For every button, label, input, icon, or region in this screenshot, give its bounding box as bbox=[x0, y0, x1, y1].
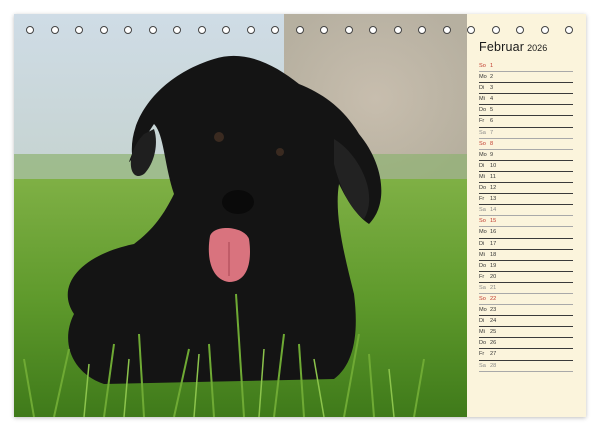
day-number: 25 bbox=[490, 329, 497, 336]
day-number: 18 bbox=[490, 251, 497, 258]
day-abbr: Mo bbox=[479, 151, 487, 158]
day-number: 14 bbox=[490, 207, 497, 214]
day-row: Sa 28 bbox=[479, 361, 573, 372]
day-row: So 22 bbox=[479, 294, 573, 306]
day-row: So 8 bbox=[479, 139, 573, 150]
month-heading: Februar 2026 bbox=[479, 40, 547, 54]
day-abbr: Sa bbox=[479, 284, 486, 291]
day-abbr: So bbox=[479, 295, 486, 302]
day-abbr: Mi bbox=[479, 251, 485, 258]
day-number: 5 bbox=[490, 107, 494, 114]
day-number: 23 bbox=[490, 307, 497, 314]
day-number: 27 bbox=[490, 351, 497, 358]
dog-photo bbox=[14, 14, 467, 417]
day-abbr: Fr bbox=[479, 351, 485, 358]
day-abbr: Do bbox=[479, 185, 487, 192]
day-row: Do 26 bbox=[479, 338, 573, 350]
day-abbr: Fr bbox=[479, 196, 485, 203]
day-abbr: Fr bbox=[479, 273, 485, 280]
day-number: 8 bbox=[490, 140, 494, 147]
day-row: Mo 16 bbox=[479, 227, 573, 239]
black-dog-photo bbox=[14, 14, 467, 417]
day-row: Mo 2 bbox=[479, 72, 573, 84]
day-row: Fr 20 bbox=[479, 272, 573, 283]
day-row: Sa 21 bbox=[479, 283, 573, 294]
day-row: Di 10 bbox=[479, 161, 573, 172]
day-abbr: Mo bbox=[479, 229, 487, 236]
day-number: 13 bbox=[490, 196, 497, 203]
day-row: Fr 27 bbox=[479, 349, 573, 361]
day-number: 15 bbox=[490, 218, 497, 225]
day-number: 26 bbox=[490, 340, 497, 347]
day-number: 19 bbox=[490, 262, 497, 269]
day-abbr: Mi bbox=[479, 96, 485, 103]
day-list: So 1 Mo 2 Di 3 Mi 4 Do 5 Fr 6 Sa 7 So 8 Mo 9 Di 10 Mi 11 Do 12 F… bbox=[479, 61, 573, 372]
day-abbr: Do bbox=[479, 262, 487, 269]
day-number: 2 bbox=[490, 74, 494, 81]
day-abbr: Mi bbox=[479, 329, 485, 336]
day-abbr: So bbox=[479, 140, 486, 147]
day-row: Do 19 bbox=[479, 261, 573, 272]
day-number: 11 bbox=[490, 173, 496, 180]
day-row: Mi 11 bbox=[479, 172, 573, 184]
year-label: 2026 bbox=[527, 43, 548, 53]
day-abbr: Di bbox=[479, 318, 485, 325]
day-row: Mo 23 bbox=[479, 305, 573, 317]
day-number: 4 bbox=[490, 96, 494, 103]
calendar-sidebar: Februar 2026 So 1 Mo 2 Di 3 Mi 4 Do 5 Fr 6 Sa 7 So 8 Mo 9 D… bbox=[467, 14, 586, 417]
calendar-page: Februar 2026 So 1 Mo 2 Di 3 Mi 4 Do 5 Fr 6 Sa 7 So 8 Mo 9 D… bbox=[14, 14, 586, 417]
day-row: So 1 bbox=[479, 61, 573, 73]
day-row: Fr 13 bbox=[479, 194, 573, 206]
day-row: Do 5 bbox=[479, 105, 573, 117]
day-number: 10 bbox=[490, 162, 497, 169]
day-row: Sa 14 bbox=[479, 205, 573, 217]
day-number: 3 bbox=[490, 85, 494, 92]
day-abbr: Do bbox=[479, 340, 487, 347]
day-row: Do 12 bbox=[479, 183, 573, 195]
day-number: 1 bbox=[490, 63, 494, 69]
day-abbr: Mi bbox=[479, 173, 485, 180]
day-row: Mi 18 bbox=[479, 250, 573, 261]
day-row: So 15 bbox=[479, 216, 573, 228]
month-name: Februar bbox=[479, 40, 525, 54]
day-row: Di 3 bbox=[479, 83, 573, 95]
day-row: Mi 4 bbox=[479, 94, 573, 106]
day-abbr: Di bbox=[479, 85, 485, 92]
day-abbr: Do bbox=[479, 107, 487, 114]
day-abbr: Mo bbox=[479, 74, 487, 81]
day-abbr: Sa bbox=[479, 129, 486, 136]
day-number: 20 bbox=[490, 273, 497, 280]
day-abbr: Mo bbox=[479, 307, 487, 314]
day-abbr: Sa bbox=[479, 362, 486, 369]
day-number: 6 bbox=[490, 118, 494, 125]
day-abbr: So bbox=[479, 218, 486, 225]
day-number: 24 bbox=[490, 318, 497, 325]
day-number: 17 bbox=[490, 240, 497, 247]
day-number: 28 bbox=[490, 362, 497, 369]
day-number: 22 bbox=[490, 295, 497, 302]
day-abbr: Sa bbox=[479, 207, 486, 214]
day-number: 7 bbox=[490, 129, 494, 136]
day-row: Fr 6 bbox=[479, 116, 573, 128]
day-number: 21 bbox=[490, 284, 497, 291]
day-abbr: Di bbox=[479, 162, 485, 169]
day-row: Di 17 bbox=[479, 239, 573, 250]
day-abbr: So bbox=[479, 63, 486, 69]
day-abbr: Fr bbox=[479, 118, 485, 125]
day-row: Di 24 bbox=[479, 316, 573, 328]
day-abbr: Di bbox=[479, 240, 485, 247]
day-number: 9 bbox=[490, 151, 494, 158]
day-number: 12 bbox=[490, 185, 497, 192]
day-row: Sa 7 bbox=[479, 128, 573, 139]
day-row: Mi 25 bbox=[479, 327, 573, 339]
day-number: 16 bbox=[490, 229, 497, 236]
day-row: Mo 9 bbox=[479, 150, 573, 161]
